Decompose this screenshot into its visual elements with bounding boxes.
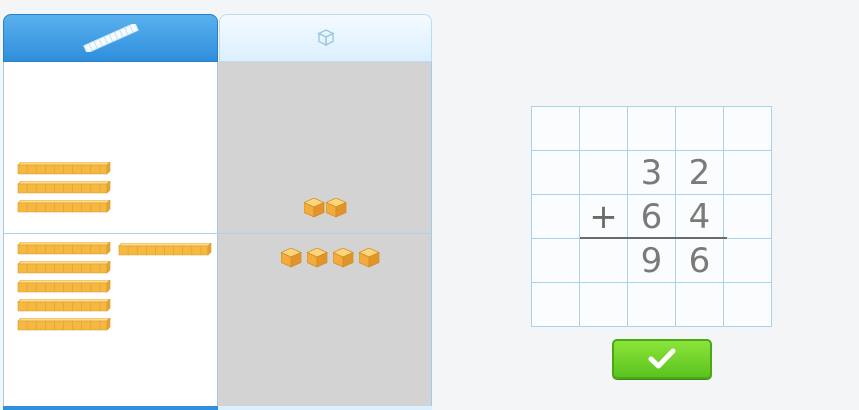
unit-cube-icon — [316, 29, 335, 47]
addend1-tens-digit[interactable]: 3 — [627, 150, 676, 195]
grid-cell[interactable] — [579, 150, 628, 195]
unit-cube[interactable] — [304, 198, 325, 218]
ten-rod[interactable] — [15, 280, 111, 293]
tab-tens-bottom — [3, 406, 218, 410]
row-divider — [3, 233, 432, 234]
addition-grid: 3 2 + 6 4 9 6 — [531, 106, 772, 327]
base-ten-blocks-panel — [3, 14, 432, 410]
ten-rod[interactable] — [15, 299, 111, 312]
ten-rod[interactable] — [15, 242, 111, 255]
plus-sign: + — [579, 194, 628, 239]
addend2-tens-digit[interactable]: 6 — [627, 194, 676, 239]
grid-cell[interactable] — [579, 282, 628, 327]
tens-column[interactable] — [3, 62, 218, 410]
grid-cell[interactable] — [723, 194, 772, 239]
unit-cube[interactable] — [326, 198, 347, 218]
sum-tens-digit[interactable]: 9 — [627, 238, 676, 283]
grid-cell[interactable] — [579, 106, 628, 151]
grid-cell[interactable] — [675, 282, 724, 327]
unit-cube[interactable] — [359, 248, 380, 268]
tab-tens[interactable] — [3, 14, 218, 62]
check-answer-button[interactable] — [612, 339, 712, 379]
grid-cell[interactable] — [531, 106, 580, 151]
sum-ones-digit[interactable]: 6 — [675, 238, 724, 283]
grid-cell[interactable] — [627, 282, 676, 327]
unit-cube[interactable] — [281, 248, 302, 268]
ten-rod[interactable] — [15, 181, 111, 194]
grid-cell[interactable] — [723, 282, 772, 327]
grid-cell[interactable] — [627, 106, 676, 151]
unit-cube[interactable] — [307, 248, 328, 268]
ones-column[interactable] — [218, 62, 432, 410]
grid-cell[interactable] — [723, 150, 772, 195]
grid-cell[interactable] — [579, 238, 628, 283]
grid-cell[interactable] — [531, 194, 580, 239]
addend2-ones-digit[interactable]: 4 — [675, 194, 724, 239]
grid-cell[interactable] — [531, 150, 580, 195]
addend1-ones-digit[interactable]: 2 — [675, 150, 724, 195]
tab-ones-bottom — [218, 406, 432, 410]
ten-rod-icon — [82, 24, 139, 52]
ten-rod[interactable] — [15, 261, 111, 274]
grid-cell[interactable] — [531, 238, 580, 283]
checkmark-icon — [648, 348, 676, 369]
grid-cell[interactable] — [723, 238, 772, 283]
ten-rod[interactable] — [15, 318, 111, 331]
unit-cube[interactable] — [333, 248, 354, 268]
sum-line — [580, 237, 727, 239]
ten-rod[interactable] — [15, 162, 111, 175]
grid-cell[interactable] — [531, 282, 580, 327]
grid-cell[interactable] — [723, 106, 772, 151]
grid-cell[interactable] — [675, 106, 724, 151]
ten-rod[interactable] — [116, 243, 212, 256]
tab-ones[interactable] — [219, 14, 432, 62]
ten-rod[interactable] — [15, 200, 111, 213]
